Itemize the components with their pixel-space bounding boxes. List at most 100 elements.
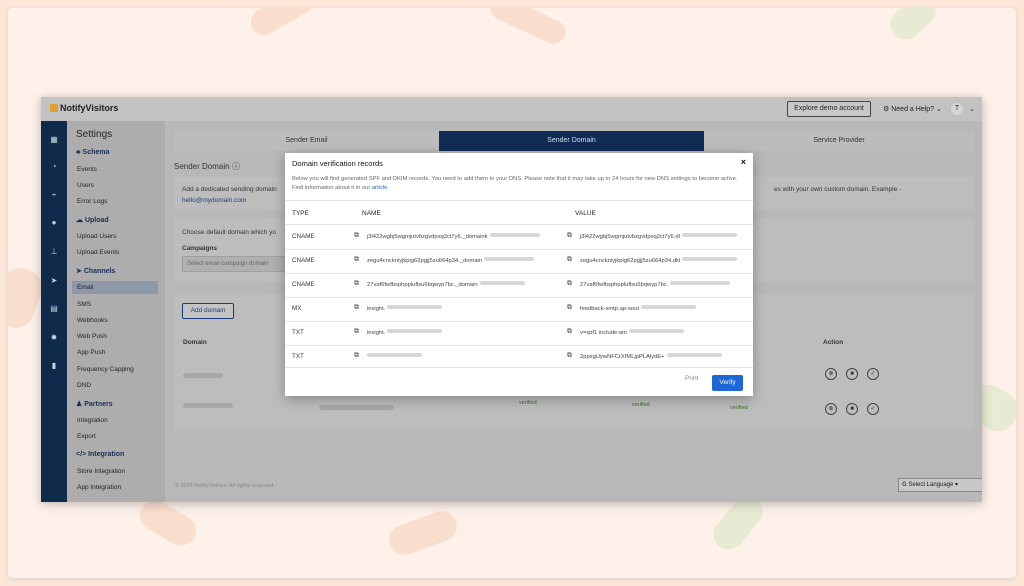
sidebar-item-users[interactable]: Users — [77, 182, 94, 189]
sidebar-item-dnd[interactable]: DND — [77, 382, 91, 389]
sidebar-item-app-push[interactable]: App Push — [77, 349, 105, 356]
modal-description: Below you will find generated SPF and DK… — [292, 175, 747, 193]
divider — [285, 200, 753, 201]
building-icon[interactable]: ▮ — [49, 361, 59, 371]
copy-icon[interactable]: ⧉ — [354, 304, 361, 312]
record-type: CNAME — [292, 233, 315, 240]
modal-description-text: Below you will find generated SPF and DK… — [292, 176, 738, 191]
delete-icon[interactable]: ⊗ — [825, 403, 837, 415]
article-link[interactable]: article — [372, 185, 387, 191]
copy-icon[interactable]: ⧉ — [354, 232, 361, 240]
hierarchy-icon[interactable]: ⊥ — [49, 247, 59, 257]
help-label: Need a Help? — [891, 106, 935, 113]
sidebar-section-integration: </> Integration — [76, 451, 125, 458]
record-row: TXT ⧉ ⧉ 2ppxgUywNFCrXfMLjpPLAlydE+ — [285, 345, 753, 369]
record-value: feedback-smtp.ap-sout — [580, 305, 696, 312]
document-icon[interactable]: ▤ — [49, 304, 59, 314]
chart-icon[interactable]: ⌁ — [49, 190, 59, 200]
info-icon[interactable]: ⓘ — [232, 162, 240, 171]
record-name: zegu4cnckniyjkpig62pgjj5zu664p34._domain — [367, 257, 535, 264]
sidebar-section-schema: ♣ Schema — [76, 149, 110, 156]
record-row: CNAME ⧉ zegu4cnckniyjkpig62pgjj5zu664p34… — [285, 249, 753, 273]
record-value: j3l422wgbj5wgmjutvbzgvdpxq2ct7y6.dl — [580, 233, 737, 240]
record-name: insight. — [367, 305, 443, 312]
add-domain-button[interactable]: Add domain — [182, 303, 234, 319]
copy-icon[interactable]: ⧉ — [354, 280, 361, 288]
grid-icon[interactable]: ▦ — [49, 135, 59, 145]
record-row: CNAME ⧉ j3l422wgbj5wgmjutvbzgvdpxq2ct7y6… — [285, 225, 753, 249]
copy-icon[interactable]: ⧉ — [354, 256, 361, 264]
sidebar-item-frequency-capping[interactable]: Frequency Capping — [77, 366, 134, 373]
close-icon[interactable]: × — [741, 157, 746, 167]
sidebar-item-export[interactable]: Export — [77, 433, 96, 440]
help-menu[interactable]: ⚙ Need a Help? ⌄ — [883, 105, 942, 113]
status-verified-3: verified — [730, 405, 748, 411]
google-icon: G — [902, 482, 907, 488]
sidebar-item-upload-users[interactable]: Upload Users — [77, 233, 116, 240]
modal-title: Domain verification records — [292, 159, 383, 168]
copy-icon[interactable]: ⧉ — [354, 328, 361, 336]
help-gear-icon: ⚙ — [883, 106, 890, 113]
verify-button[interactable]: Verify — [712, 375, 743, 391]
status-verified-2: verified — [632, 402, 650, 408]
card1-text-right: es with your own custom domain. Example … — [774, 186, 902, 193]
delete-icon[interactable]: ⊗ — [825, 368, 837, 380]
chevron-down-icon: ⌄ — [936, 106, 942, 113]
status-verified-1: verified — [519, 400, 537, 406]
sidebar-title: Settings — [76, 129, 113, 140]
sidebar-item-sms[interactable]: SMS — [77, 301, 91, 308]
explore-demo-button[interactable]: Explore demo account — [787, 101, 871, 117]
sidebar-item-web-push[interactable]: Web Push — [77, 333, 107, 340]
record-name — [367, 353, 422, 360]
record-row: CNAME ⧉ 27vaf6fwfbsphppluflsu6bqwyp7bc._… — [285, 273, 753, 297]
copy-icon[interactable]: ⧉ — [567, 304, 574, 312]
sidebar-section-channels: ➤ Channels — [76, 268, 116, 275]
tab-sender-domain[interactable]: Sender Domain — [439, 131, 704, 151]
record-value: zegu4cnckniyjkpig62pgjj5zu664p34.dkl — [580, 257, 738, 264]
copy-icon[interactable]: ⧉ — [567, 352, 574, 360]
select-language-dropdown[interactable]: G Select Language ▾ — [898, 478, 982, 492]
col-name-header: NAME — [362, 210, 381, 217]
action-column-header: Action — [823, 339, 844, 346]
copy-icon[interactable]: ⧉ — [567, 280, 574, 288]
user-chevron-icon[interactable]: ⌄ — [969, 105, 975, 113]
record-name: j3l422wgbj5wgmjutvbzgvdpxq2ct7y6._domain… — [367, 233, 540, 240]
stop-icon[interactable]: ■ — [846, 403, 858, 415]
example-email-link[interactable]: hello@mydomain.com — [182, 197, 246, 204]
sidebar-item-upload-events[interactable]: Upload Events — [77, 249, 119, 256]
copy-icon[interactable]: ⧉ — [567, 328, 574, 336]
masked-domain-2 — [183, 403, 233, 408]
sidebar-item-store-integration[interactable]: Store Integration — [77, 468, 125, 475]
select-language-label: Select Language — [908, 482, 954, 488]
users-icon[interactable]: ● — [49, 218, 59, 228]
brand-name: NotifyVisitors — [60, 103, 119, 113]
tab-service-provider[interactable]: Service Provider — [704, 131, 974, 151]
sidebar-item-email[interactable]: Email — [77, 284, 93, 291]
gear-icon[interactable]: ✹ — [49, 333, 59, 343]
send-icon[interactable]: ➤ — [49, 276, 59, 286]
divider — [285, 367, 753, 368]
copy-icon[interactable]: ⧉ — [354, 352, 361, 360]
campaign-domain-select[interactable]: Select email campaign domain — [182, 256, 300, 272]
sidebar-item-webhooks[interactable]: Webhooks — [77, 317, 108, 324]
copy-icon[interactable]: ⧉ — [567, 256, 574, 264]
sidebar-item-error-logs[interactable]: Error Logs — [77, 198, 107, 205]
stop-icon[interactable]: ■ — [846, 368, 858, 380]
sidebar-item-events[interactable]: Events — [77, 166, 97, 173]
domain-column-header: Domain — [183, 339, 207, 346]
print-button[interactable]: Print — [685, 375, 698, 382]
record-type: TXT — [292, 329, 304, 336]
check-icon[interactable]: ✓ — [867, 403, 879, 415]
brand-logo[interactable]: NotifyVisitors — [50, 103, 118, 113]
record-row: MX ⧉ insight. ⧉ feedback-smtp.ap-sout — [285, 297, 753, 321]
icon-rail: ▦ ◔ ⌁ ● ⊥ ➤ ▤ ✹ ▮ — [41, 121, 67, 502]
check-icon[interactable]: ✓ — [867, 368, 879, 380]
copy-icon[interactable]: ⧉ — [567, 232, 574, 240]
sidebar-item-integration[interactable]: Integration — [77, 417, 108, 424]
card2-text: Choose default domain which yo — [182, 229, 276, 236]
record-type: TXT — [292, 353, 304, 360]
tab-sender-email[interactable]: Sender Email — [174, 131, 439, 151]
sidebar-item-app-integration[interactable]: App Integration — [77, 484, 121, 491]
gauge-icon[interactable]: ◔ — [49, 162, 59, 172]
user-avatar[interactable]: T — [951, 103, 963, 115]
